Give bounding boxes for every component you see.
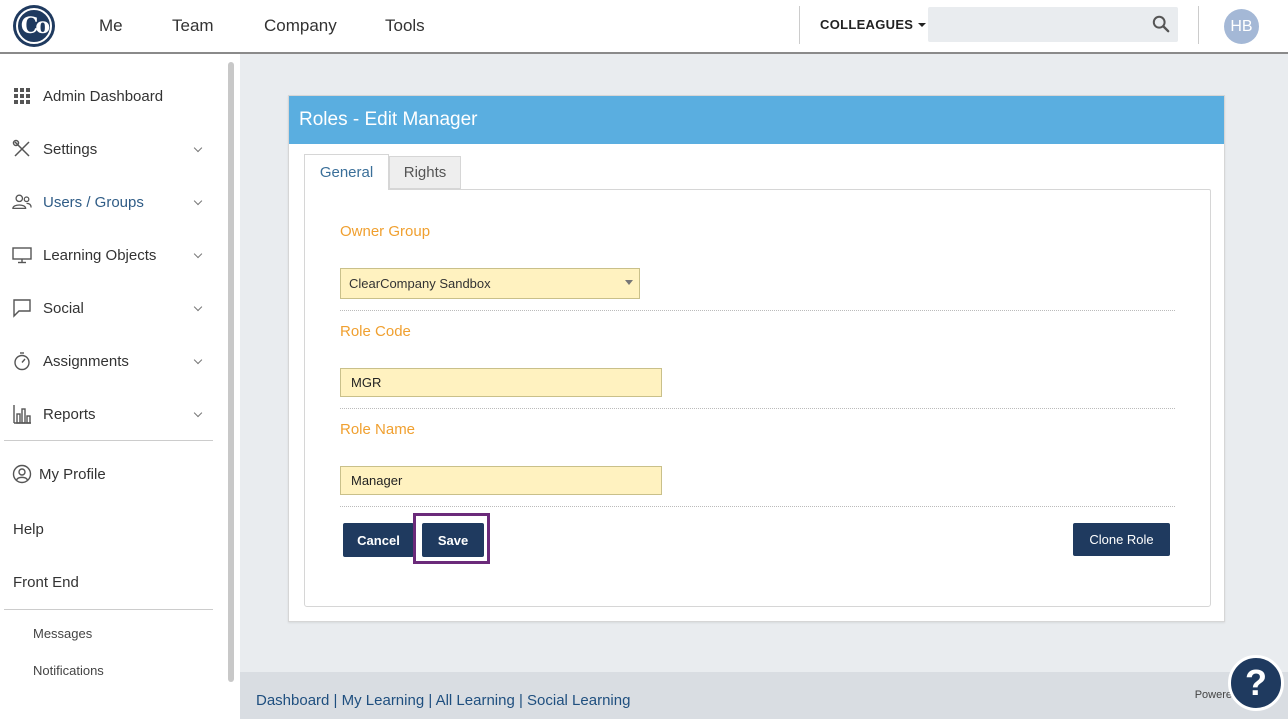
sidebar-item-social[interactable]: Social [12, 293, 207, 323]
role-code-input[interactable]: MGR [340, 368, 662, 397]
sidebar-item-users-groups[interactable]: Users / Groups [12, 187, 207, 217]
field-divider [340, 408, 1175, 409]
nav-divider [1198, 6, 1199, 44]
sidebar-item-messages[interactable]: Messages [33, 626, 92, 641]
chevron-down-icon [193, 408, 203, 418]
nav-me[interactable]: Me [99, 0, 123, 52]
sidebar: Admin Dashboard Settings Users / Groups … [0, 54, 240, 719]
caret-down-icon [918, 22, 927, 27]
colleagues-dropdown[interactable]: COLLEAGUES [820, 17, 927, 32]
search-input[interactable] [928, 7, 1178, 42]
field-divider [340, 506, 1175, 507]
sidebar-item-label: Learning Objects [43, 246, 157, 264]
bar-chart-icon [12, 404, 32, 424]
chevron-down-icon [193, 196, 203, 206]
sidebar-item-admin-dashboard[interactable]: Admin Dashboard [12, 81, 207, 111]
sidebar-item-label: Social [43, 299, 84, 317]
grid-icon [12, 86, 32, 106]
sidebar-divider [4, 609, 213, 610]
role-name-input[interactable]: Manager [340, 466, 662, 495]
chevron-down-icon [193, 355, 203, 365]
clone-role-button[interactable]: Clone Role [1073, 523, 1170, 556]
sidebar-item-notifications[interactable]: Notifications [33, 663, 104, 678]
sidebar-item-reports[interactable]: Reports [12, 399, 207, 429]
tools-icon [12, 139, 32, 159]
avatar[interactable]: HB [1224, 9, 1259, 44]
footer-link-my-learning[interactable]: My Learning [342, 692, 425, 709]
sidebar-divider [4, 440, 213, 441]
nav-tools[interactable]: Tools [385, 0, 425, 52]
chat-icon [12, 298, 32, 318]
role-code-label: Role Code [340, 323, 411, 340]
nav-me-label: Me [99, 16, 123, 35]
powered-by-text: Powere [1194, 689, 1232, 701]
sidebar-item-front-end[interactable]: Front End [13, 574, 79, 591]
help-button[interactable]: ? [1228, 655, 1284, 711]
owner-group-select[interactable]: ClearCompany Sandbox [340, 268, 640, 299]
sidebar-item-label: Settings [43, 140, 98, 158]
sidebar-item-settings[interactable]: Settings [12, 134, 207, 164]
dropdown-arrow-icon [625, 280, 633, 285]
cancel-button[interactable]: Cancel [343, 523, 414, 557]
sidebar-item-label: Reports [43, 405, 96, 423]
nav-team-label: Team [172, 16, 214, 35]
tab-rights[interactable]: Rights [389, 156, 461, 189]
footer-link-social-learning[interactable]: Social Learning [527, 692, 630, 709]
nav-team[interactable]: Team [172, 0, 214, 52]
owner-group-value: ClearCompany Sandbox [349, 276, 491, 291]
footer-link-dashboard[interactable]: Dashboard [256, 692, 329, 709]
users-icon [12, 192, 32, 212]
company-logo[interactable]: Co [13, 5, 55, 47]
colleagues-label: COLLEAGUES [820, 17, 914, 32]
stopwatch-icon [12, 351, 32, 371]
sidebar-item-label: Assignments [43, 352, 129, 370]
role-name-label: Role Name [340, 421, 416, 438]
nav-company-label: Company [264, 16, 337, 35]
footer-links: Dashboard | My Learning | All Learning |… [256, 692, 631, 709]
top-nav-bar: Co Me Team Company Tools COLLEAGUES HB [0, 0, 1288, 54]
sidebar-item-assignments[interactable]: Assignments [12, 346, 207, 376]
chevron-down-icon [193, 302, 203, 312]
footer-link-all-learning[interactable]: All Learning [436, 692, 515, 709]
search-icon[interactable] [1152, 15, 1170, 33]
tab-general[interactable]: General [304, 154, 389, 190]
monitor-icon [12, 245, 32, 265]
chevron-down-icon [193, 249, 203, 259]
nav-tools-label: Tools [385, 16, 425, 35]
sidebar-item-label: My Profile [39, 465, 106, 483]
nav-divider [799, 6, 800, 44]
save-button-highlight [413, 513, 490, 564]
sidebar-item-learning-objects[interactable]: Learning Objects [12, 240, 207, 270]
logo-text: Co [16, 8, 52, 44]
sidebar-item-my-profile[interactable]: My Profile [12, 459, 207, 489]
footer: Dashboard | My Learning | All Learning |… [240, 672, 1288, 719]
user-circle-icon [12, 464, 32, 484]
nav-company[interactable]: Company [264, 0, 337, 52]
sidebar-item-help[interactable]: Help [13, 521, 44, 538]
sidebar-item-label: Users / Groups [43, 193, 144, 211]
sidebar-item-label: Admin Dashboard [43, 87, 164, 105]
sidebar-scrollbar[interactable] [228, 62, 234, 682]
page-title: Roles - Edit Manager [289, 96, 1224, 144]
chevron-down-icon [193, 143, 203, 153]
owner-group-label: Owner Group [340, 223, 431, 240]
field-divider [340, 310, 1175, 311]
